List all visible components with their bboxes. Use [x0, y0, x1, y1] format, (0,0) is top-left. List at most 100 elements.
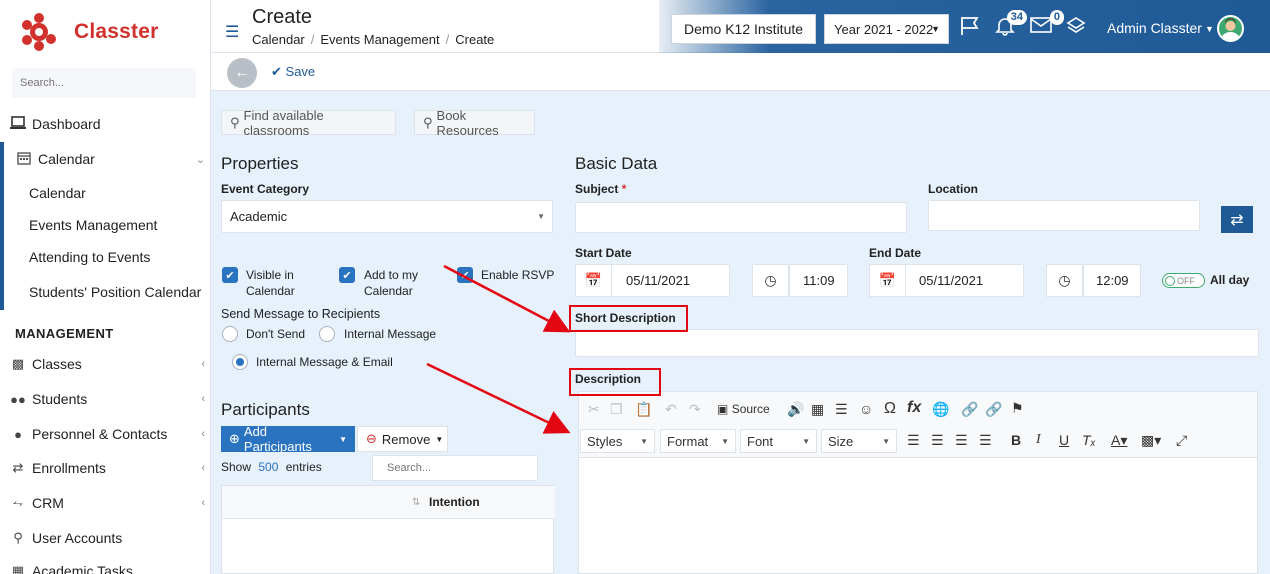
align-right-icon[interactable]: ☰	[955, 432, 968, 449]
clock-icon[interactable]: ◷	[1046, 264, 1083, 297]
align-left-icon[interactable]: ☰	[907, 432, 920, 449]
layers-icon[interactable]	[1066, 16, 1086, 42]
start-time-input[interactable]: 11:09	[789, 264, 848, 297]
all-day-toggle[interactable]: OFF	[1162, 273, 1205, 288]
clock-icon[interactable]: ◷	[752, 264, 789, 297]
sidebar-subitem-students-position[interactable]: Students' Position Calendar	[0, 278, 211, 306]
sidebar-subitem-attending-events[interactable]: Attending to Events	[0, 243, 211, 271]
sidebar-item-dashboard[interactable]: Dashboard	[0, 109, 211, 139]
enable-rsvp-label: Enable RSVP	[481, 268, 555, 282]
sidebar-item-classes[interactable]: ▩ Classes ‹	[0, 349, 211, 379]
underline-icon[interactable]: U	[1059, 432, 1069, 448]
internal-message-radio[interactable]	[319, 326, 335, 342]
omega-icon[interactable]: Ω	[884, 400, 896, 418]
breadcrumb-calendar[interactable]: Calendar	[252, 32, 305, 47]
grid-icon: ▦	[11, 563, 25, 574]
calendar-icon[interactable]: 📅	[575, 264, 612, 297]
end-time-input[interactable]: 12:09	[1083, 264, 1141, 297]
align-justify-icon[interactable]: ☰	[979, 432, 992, 449]
table-icon[interactable]: ▦	[811, 401, 824, 418]
breadcrumb-events-management[interactable]: Events Management	[320, 32, 439, 47]
envelope-icon[interactable]: 0	[1030, 10, 1064, 40]
flag-icon[interactable]	[959, 16, 981, 42]
source-button[interactable]: ▣ Source	[717, 402, 770, 416]
caret-down-icon[interactable]: ▼	[1205, 24, 1214, 34]
sidebar-item-academic-tasks[interactable]: ▦ Academic Tasks	[0, 556, 211, 574]
avatar[interactable]	[1217, 15, 1244, 42]
hamburger-menu-icon[interactable]: ☰	[225, 22, 239, 42]
location-input[interactable]	[928, 200, 1200, 231]
find-classrooms-button[interactable]: ⚲ Find available classrooms	[221, 108, 396, 138]
sidebar-item-user-accounts[interactable]: ⚲ User Accounts	[0, 523, 211, 553]
person-icon: ●	[14, 426, 22, 442]
sidebar-item-label: Classes	[32, 356, 82, 372]
sidebar-item-students[interactable]: ●● Students ‹	[0, 384, 211, 414]
sidebar-item-personnel[interactable]: ● Personnel & Contacts ‹	[0, 419, 211, 449]
sort-icon[interactable]: ⇅	[412, 497, 420, 508]
add-to-calendar-checkbox[interactable]: ✔	[339, 267, 355, 283]
back-button[interactable]: ←	[227, 58, 257, 88]
description-editor[interactable]: ✂ ❐ 📋 ↶ ↷ ▣ Source 🔊 ▦ ☰ ☺ Ω fx 🌐 🔗 🔗 ⚑ …	[578, 391, 1258, 574]
anchor-flag-icon[interactable]: ⚑	[1011, 400, 1024, 417]
format-combo[interactable]: Format ▼	[660, 429, 736, 453]
bold-icon[interactable]: B	[1011, 432, 1021, 448]
horizontal-rule-icon[interactable]: ☰	[835, 401, 848, 418]
sidebar-item-crm[interactable]: ⥊ CRM ‹	[0, 488, 211, 518]
copy-icon[interactable]: ❐	[610, 401, 623, 418]
dont-send-radio[interactable]	[222, 326, 238, 342]
sidebar-item-label: Students	[32, 391, 88, 407]
italic-icon[interactable]: I	[1036, 432, 1041, 448]
text-color-icon[interactable]: A▾	[1111, 432, 1127, 449]
redo-icon[interactable]: ↷	[689, 401, 701, 418]
year-select[interactable]: Year 2021 - 2022 ▼	[824, 14, 949, 44]
internal-message-email-radio[interactable]	[232, 354, 248, 370]
globe-icon[interactable]: 🌐	[932, 401, 949, 418]
font-combo[interactable]: Font ▼	[740, 429, 817, 453]
subject-input[interactable]	[575, 202, 907, 233]
subject-label: Subject *	[575, 182, 626, 196]
sidebar-item-calendar[interactable]: Calendar ⌄	[0, 144, 211, 174]
sidebar-subitem-events-management[interactable]: Events Management	[0, 211, 211, 239]
bell-icon[interactable]: 34	[995, 10, 1027, 42]
link-icon[interactable]: 🔗	[961, 401, 978, 418]
short-description-input[interactable]	[575, 329, 1259, 357]
all-day-label: All day	[1210, 273, 1250, 287]
sidebar-item-enrollments[interactable]: ⇄ Enrollments ‹	[0, 453, 211, 483]
breadcrumb-create: Create	[455, 32, 495, 47]
size-combo[interactable]: Size ▼	[821, 429, 897, 453]
column-intention[interactable]: Intention	[429, 495, 480, 509]
maximize-icon[interactable]: ⤢	[1176, 432, 1187, 449]
start-date-input[interactable]: 05/11/2021	[611, 264, 730, 297]
add-participants-button[interactable]: ⊕ Add Participants ▼	[221, 424, 355, 454]
user-name[interactable]: Admin Classter	[1107, 20, 1202, 36]
save-button[interactable]: ✔ Save	[271, 64, 315, 80]
calendar-icon[interactable]: 📅	[869, 264, 906, 297]
formula-icon[interactable]: fx	[907, 399, 921, 417]
audio-icon[interactable]: 🔊	[787, 401, 804, 418]
source-icon: ▣	[717, 402, 729, 416]
end-date-input[interactable]: 05/11/2021	[905, 264, 1024, 297]
paste-icon[interactable]: 📋	[635, 401, 652, 418]
visible-in-calendar-checkbox[interactable]: ✔	[222, 267, 238, 283]
cut-icon[interactable]: ✂	[588, 401, 600, 418]
participants-search-input[interactable]	[372, 455, 538, 481]
sidebar-search-input[interactable]	[12, 68, 196, 98]
remove-button[interactable]: ⊖ Remove ▼	[357, 426, 448, 452]
enable-rsvp-checkbox[interactable]: ✔	[457, 267, 473, 283]
logo[interactable]: Classter	[20, 10, 158, 54]
undo-icon[interactable]: ↶	[665, 401, 677, 418]
sidebar-subitem-calendar[interactable]: Calendar	[0, 179, 211, 207]
swap-location-button[interactable]: ⇄	[1221, 206, 1253, 233]
background-color-icon[interactable]: ▩▾	[1141, 432, 1161, 449]
styles-combo[interactable]: Styles ▼	[580, 429, 655, 453]
book-resources-button[interactable]: ⚲ Book Resources	[414, 108, 535, 138]
smiley-icon[interactable]: ☺	[859, 401, 873, 417]
unlink-icon[interactable]: 🔗	[985, 401, 1002, 418]
swap-arrows-icon: ⇄	[1230, 211, 1244, 229]
crm-icon: ⥊	[12, 495, 24, 510]
institute-button[interactable]: Demo K12 Institute	[671, 14, 816, 44]
align-center-icon[interactable]: ☰	[931, 432, 944, 449]
entries-count-select[interactable]: 500	[258, 460, 278, 474]
clear-format-icon[interactable]: Tₓ	[1082, 432, 1096, 448]
event-category-select[interactable]: Academic ▼	[221, 200, 553, 233]
